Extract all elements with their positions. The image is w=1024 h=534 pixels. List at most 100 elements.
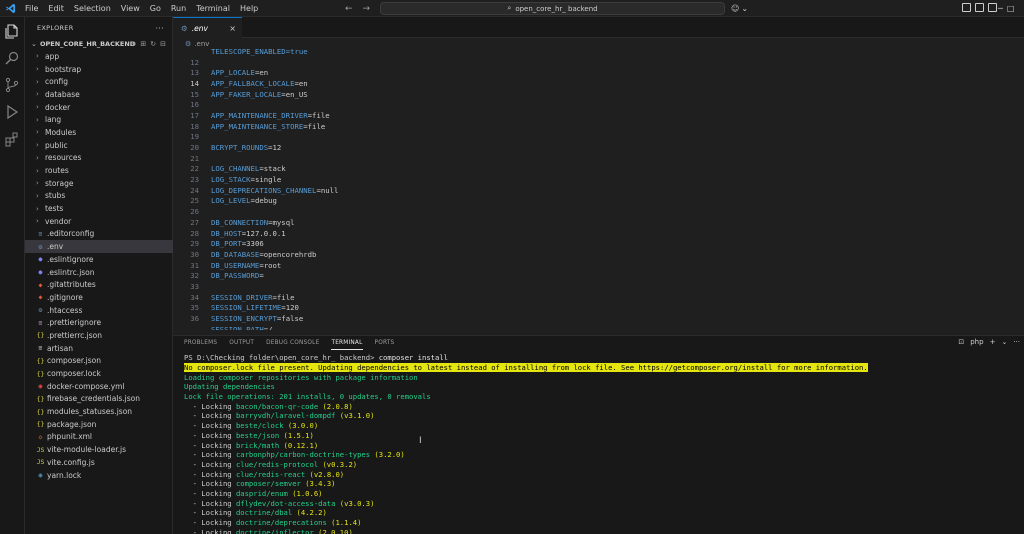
menu-edit[interactable]: Edit — [43, 0, 69, 17]
folder-item-modules[interactable]: › Modules — [25, 126, 173, 139]
env-value: =root — [259, 260, 282, 270]
source-control-icon[interactable] — [4, 77, 20, 93]
file-item-phpunit-xml[interactable]: ◇ phpunit.xml — [25, 431, 173, 444]
run-debug-icon[interactable] — [4, 104, 20, 120]
chevron-right-icon: › — [36, 65, 39, 74]
code-view[interactable]: TELESCOPE_ENABLED=true 12 13 APP_LOCALE=en 1… — [173, 46, 1024, 330]
file-item-modules-statuses-json[interactable]: {} modules_statuses.json — [25, 405, 173, 418]
copilot-button[interactable]: ☺ ⌄ — [731, 2, 748, 15]
panel-tab-terminal[interactable]: TERMINAL — [331, 336, 363, 350]
lock-version: (1.5.1) — [283, 430, 314, 440]
file-item-htaccess[interactable]: ⚙ .htaccess — [25, 304, 173, 317]
folder-item-storage[interactable]: › storage — [25, 177, 173, 190]
menu-run[interactable]: Run — [166, 0, 191, 17]
tree-item-label: Modules — [45, 127, 77, 137]
terminal-output[interactable]: PS D:\Checking folder\open_core_hr_ back… — [184, 353, 1014, 534]
explorer-title: EXPLORER ··· — [25, 17, 172, 38]
explorer-icon[interactable] — [4, 23, 20, 39]
file-item-package-json[interactable]: {} package.json — [25, 418, 173, 431]
tab-env[interactable]: ⚙ .env × — [173, 17, 242, 38]
env-key: SESSION_LIFETIME — [211, 303, 282, 313]
text-cursor-icon: I — [419, 436, 422, 446]
folder-item-config[interactable]: › config — [25, 75, 173, 88]
terminal-shell-label[interactable]: php — [970, 338, 983, 346]
tree-item-label: public — [45, 140, 68, 150]
copilot-icon: ☺ — [731, 4, 740, 13]
chevron-right-icon: › — [36, 128, 39, 137]
menu-selection[interactable]: Selection — [69, 0, 116, 17]
file-item-yarn-lock[interactable]: ◉ yarn.lock — [25, 469, 173, 482]
line-number: 23 — [190, 175, 199, 185]
file-item-editorconfig[interactable]: ≡ .editorconfig — [25, 228, 173, 241]
minimize-icon[interactable]: ─ — [998, 4, 1003, 13]
file-item-prettierignore[interactable]: ≡ .prettierignore — [25, 316, 173, 329]
menu-go[interactable]: Go — [145, 0, 166, 17]
tree-item-label: .eslintrc.json — [47, 267, 95, 277]
file-item-firebase-credentials-json[interactable]: {} firebase_credentials.json — [25, 393, 173, 406]
panel-tab-problems[interactable]: PROBLEMS — [184, 340, 217, 346]
folder-item-bootstrap[interactable]: › bootstrap — [25, 63, 173, 76]
menu-terminal[interactable]: Terminal — [191, 0, 235, 17]
chevron-down-icon[interactable]: ⌄ — [1001, 338, 1007, 346]
close-icon[interactable]: × — [229, 24, 236, 33]
file-item-gitattributes[interactable]: ◆ .gitattributes — [25, 278, 173, 291]
file-item-composer-lock[interactable]: {} composer.lock — [25, 367, 173, 380]
toggle-sidebar-icon[interactable] — [962, 3, 971, 12]
folder-item-vendor[interactable]: › vendor — [25, 215, 173, 228]
file-item-prettierrc-json[interactable]: {} .prettierrc.json — [25, 329, 173, 342]
env-key: APP_LOCALE — [211, 68, 255, 78]
back-arrow-icon[interactable]: ← — [345, 4, 353, 14]
extensions-icon[interactable] — [4, 131, 20, 147]
file-item-env[interactable]: ⚙ .env — [25, 240, 173, 253]
code-line: 19 — [173, 132, 1024, 143]
lock-package: doctrine/deprecations — [235, 518, 327, 528]
file-item-docker-compose-yml[interactable]: ◉ docker-compose.yml — [25, 380, 173, 393]
folder-item-docker[interactable]: › docker — [25, 101, 173, 114]
line-number: 22 — [190, 164, 199, 174]
folder-item-app[interactable]: › app — [25, 50, 173, 63]
maximize-icon[interactable]: □ — [1007, 4, 1015, 13]
panel-tab-ports[interactable]: PORTS — [375, 340, 395, 346]
folder-item-public[interactable]: › public — [25, 139, 173, 152]
terminal-lock-line: - Locking carbonphp/carbon-doctrine-type… — [184, 450, 1014, 460]
file-item-composer-json[interactable]: {} composer.json — [25, 355, 173, 368]
new-folder-icon[interactable]: ⊞ — [140, 40, 146, 48]
panel-tab-output[interactable]: OUTPUT — [229, 340, 254, 346]
more-actions-icon[interactable]: ··· — [1013, 338, 1020, 346]
folder-item-tests[interactable]: › tests — [25, 202, 173, 215]
menu-help[interactable]: Help — [235, 0, 263, 17]
file-item-vite-module-loader-js[interactable]: JS vite-module-loader.js — [25, 443, 173, 456]
line-number: 13 — [190, 68, 199, 78]
file-item-vite-config-js[interactable]: JS vite.config.js — [25, 456, 173, 469]
code-line: 22 LOG_CHANNEL=stack — [173, 164, 1024, 175]
file-item-gitignore[interactable]: ◆ .gitignore — [25, 291, 173, 304]
folder-item-routes[interactable]: › routes — [25, 164, 173, 177]
toggle-secondary-sidebar-icon[interactable] — [988, 3, 997, 12]
line-number: 36 — [190, 314, 199, 324]
folder-item-database[interactable]: › database — [25, 88, 173, 101]
window-controls: ─ □ — [998, 0, 1014, 17]
more-actions-icon[interactable]: ··· — [155, 24, 164, 33]
menu-file[interactable]: File — [20, 0, 43, 17]
refresh-icon[interactable]: ↻ — [150, 40, 156, 48]
collapse-all-icon[interactable]: ⊟ — [160, 40, 166, 48]
env-key: SESSION_DRIVER — [211, 292, 273, 302]
add-terminal-icon[interactable]: + — [990, 338, 996, 346]
menu-view[interactable]: View — [116, 0, 145, 17]
folder-item-lang[interactable]: › lang — [25, 113, 173, 126]
search-icon[interactable] — [4, 50, 20, 66]
panel-tab-debug-console[interactable]: DEBUG CONSOLE — [266, 340, 319, 346]
terminal-warning-line: No composer.lock file present. Updating … — [184, 363, 1014, 373]
lock-package: dflydev/dot-access-data — [235, 498, 336, 508]
new-file-icon[interactable]: ⊕ — [131, 40, 137, 48]
folder-item-stubs[interactable]: › stubs — [25, 190, 173, 203]
file-item-eslintrc-json[interactable]: ● .eslintrc.json — [25, 266, 173, 279]
file-item-artisan[interactable]: ≡ artisan — [25, 342, 173, 355]
folder-item-resources[interactable]: › resources — [25, 152, 173, 165]
file-item-eslintignore[interactable]: ● .eslintignore — [25, 253, 173, 266]
command-center-search[interactable]: ⌕ open_core_hr_ backend — [380, 2, 725, 15]
forward-arrow-icon[interactable]: → — [363, 4, 371, 14]
lock-prefix: - Locking — [184, 498, 236, 508]
env-value: =file — [272, 292, 295, 302]
toggle-panel-icon[interactable] — [975, 3, 984, 12]
